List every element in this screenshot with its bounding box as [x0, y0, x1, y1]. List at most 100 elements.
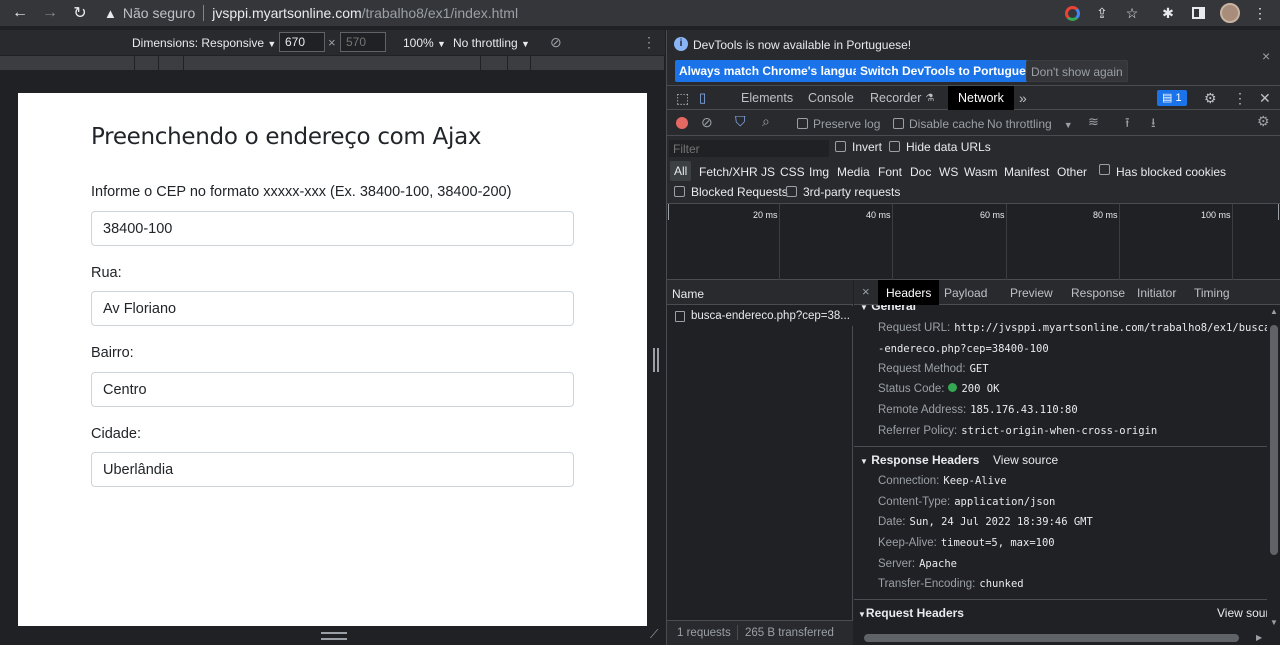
- bookmark-star-icon[interactable]: ☆: [1120, 0, 1144, 26]
- ruler-segment[interactable]: [481, 56, 508, 71]
- vertical-scroll-thumb[interactable]: [1270, 325, 1278, 555]
- tab-preview[interactable]: Preview: [1010, 286, 1053, 300]
- rua-field[interactable]: [91, 291, 574, 326]
- filter-icon[interactable]: ⛉: [735, 113, 746, 130]
- horizontal-scrollbar[interactable]: ▶: [854, 631, 1267, 645]
- ruler-segment[interactable]: [508, 56, 531, 71]
- tab-initiator[interactable]: Initiator: [1137, 286, 1176, 300]
- request-row[interactable]: busca-endereco.php?cep=38...: [667, 306, 853, 326]
- response-view-source-link[interactable]: View source: [993, 453, 1058, 467]
- tab-timing[interactable]: Timing: [1194, 286, 1230, 300]
- filter-manifest[interactable]: Manifest: [1004, 165, 1049, 179]
- settings-gear-icon[interactable]: ⚙: [1204, 86, 1217, 110]
- invert-checkbox[interactable]: [835, 141, 846, 152]
- tab-payload[interactable]: Payload: [944, 286, 987, 300]
- filter-fetch-xhr[interactable]: Fetch/XHR: [699, 165, 758, 179]
- third-party-checkbox[interactable]: [786, 186, 797, 197]
- record-icon[interactable]: [676, 117, 688, 129]
- rotate-disabled-icon[interactable]: ⊘: [550, 34, 562, 51]
- filter-other[interactable]: Other: [1057, 165, 1087, 179]
- blocked-requests-checkbox[interactable]: [674, 186, 685, 197]
- clear-icon[interactable]: ⊘: [701, 114, 713, 131]
- network-settings-icon[interactable]: ⚙: [1257, 113, 1270, 130]
- chrome-menu-icon[interactable]: ⋮: [1248, 0, 1272, 26]
- dimensions-dropdown[interactable]: Dimensions: Responsive ▼: [132, 36, 276, 50]
- height-input[interactable]: [340, 32, 386, 52]
- tab-console[interactable]: Console: [808, 86, 854, 110]
- filter-wasm[interactable]: Wasm: [964, 165, 998, 179]
- extensions-icon[interactable]: ✱: [1156, 0, 1180, 26]
- ruler-segment[interactable]: [0, 56, 135, 71]
- close-details-icon[interactable]: ×: [862, 284, 870, 299]
- filter-all[interactable]: All: [670, 161, 692, 181]
- ruler-segment[interactable]: [135, 56, 159, 71]
- back-icon[interactable]: ←: [5, 0, 35, 26]
- forward-icon[interactable]: →: [35, 0, 65, 26]
- device-options-icon[interactable]: ⋮: [642, 34, 656, 51]
- device-throttling-dropdown[interactable]: No throttling ▼: [453, 36, 530, 50]
- filter-font[interactable]: Font: [878, 165, 902, 179]
- request-headers-toggle[interactable]: ▼Request Headers: [858, 606, 964, 620]
- disable-cache-checkbox[interactable]: [893, 118, 904, 129]
- scroll-down-icon[interactable]: ▼: [1270, 618, 1278, 627]
- close-infobar-icon[interactable]: ×: [1262, 48, 1270, 64]
- horizontal-scroll-thumb[interactable]: [864, 634, 1239, 642]
- general-section-toggle[interactable]: ▼ General: [860, 305, 916, 313]
- dont-show-again-button[interactable]: Don't show again: [1026, 60, 1128, 82]
- network-throttling-dropdown[interactable]: No throttling ▼: [987, 117, 1073, 131]
- devtools-menu-icon[interactable]: ⋮: [1233, 86, 1247, 110]
- response-headers-toggle[interactable]: ▼ Response Headers: [860, 453, 979, 467]
- filter-js[interactable]: JS: [761, 165, 775, 179]
- bairro-field[interactable]: [91, 372, 574, 407]
- network-overview-timeline[interactable]: 20 ms 40 ms 60 ms 80 ms 100 ms: [667, 204, 1280, 280]
- tab-headers[interactable]: Headers: [878, 280, 940, 305]
- omnibox-divider: [203, 5, 205, 21]
- filter-doc[interactable]: Doc: [910, 165, 931, 179]
- reload-icon[interactable]: ↻: [65, 0, 95, 26]
- network-conditions-icon[interactable]: ≋: [1088, 114, 1099, 130]
- ruler-segment[interactable]: [531, 56, 665, 71]
- hide-data-urls-checkbox[interactable]: [889, 141, 900, 152]
- cidade-field[interactable]: [91, 452, 574, 487]
- search-icon[interactable]: ⌕: [762, 113, 770, 130]
- always-match-language-button[interactable]: Always match Chrome's language: [675, 60, 878, 82]
- sidepanel-icon[interactable]: [1186, 0, 1210, 26]
- bottom-resize-handle[interactable]: [321, 632, 347, 640]
- side-resize-handle[interactable]: [653, 348, 659, 372]
- cep-field[interactable]: [91, 211, 574, 246]
- address-bar[interactable]: ▲ Não seguro jvsppi.myartsonline.com/tra…: [104, 0, 518, 26]
- import-har-icon[interactable]: ⭱: [1125, 114, 1130, 136]
- switch-to-portuguese-button[interactable]: Switch DevTools to Portuguese: [856, 60, 1044, 82]
- ruler-segment[interactable]: [184, 56, 481, 71]
- width-input[interactable]: [279, 32, 325, 52]
- inspect-element-icon[interactable]: ⬚: [676, 86, 689, 110]
- zoom-dropdown[interactable]: 100% ▼: [403, 36, 446, 50]
- preserve-log-checkbox[interactable]: [797, 118, 808, 129]
- export-har-icon[interactable]: ⭳: [1151, 114, 1156, 136]
- issues-badge[interactable]: ▤ 1: [1157, 90, 1187, 106]
- share-icon[interactable]: ⇪: [1090, 0, 1114, 26]
- tab-response[interactable]: Response: [1071, 286, 1125, 300]
- tab-elements[interactable]: Elements: [741, 86, 793, 110]
- google-icon[interactable]: [1062, 0, 1082, 26]
- scroll-right-icon[interactable]: ▶: [1256, 633, 1262, 642]
- filter-ws[interactable]: WS: [939, 165, 958, 179]
- tab-network[interactable]: Network: [948, 86, 1014, 110]
- more-tabs-icon[interactable]: »: [1019, 86, 1027, 110]
- filter-img[interactable]: Img: [809, 165, 829, 179]
- filter-input[interactable]: [669, 140, 829, 157]
- avatar[interactable]: [1218, 0, 1242, 26]
- tab-recorder[interactable]: Recorder ⚗: [870, 86, 934, 110]
- ruler-segment[interactable]: [159, 56, 184, 71]
- close-devtools-icon[interactable]: ✕: [1259, 86, 1271, 110]
- request-view-source-link[interactable]: View sour: [1217, 606, 1267, 620]
- scroll-up-icon[interactable]: ▲: [1270, 307, 1278, 316]
- request-list-header[interactable]: Name: [667, 280, 853, 305]
- vertical-scrollbar[interactable]: ▲ ▼: [1267, 305, 1280, 631]
- filter-media[interactable]: Media: [837, 165, 870, 179]
- media-query-ruler[interactable]: [0, 56, 665, 71]
- device-toggle-icon[interactable]: ▯: [699, 86, 706, 110]
- has-blocked-cookies-checkbox[interactable]: [1099, 164, 1110, 175]
- filter-css[interactable]: CSS: [780, 165, 805, 179]
- corner-resize-icon[interactable]: ⟋: [650, 627, 658, 642]
